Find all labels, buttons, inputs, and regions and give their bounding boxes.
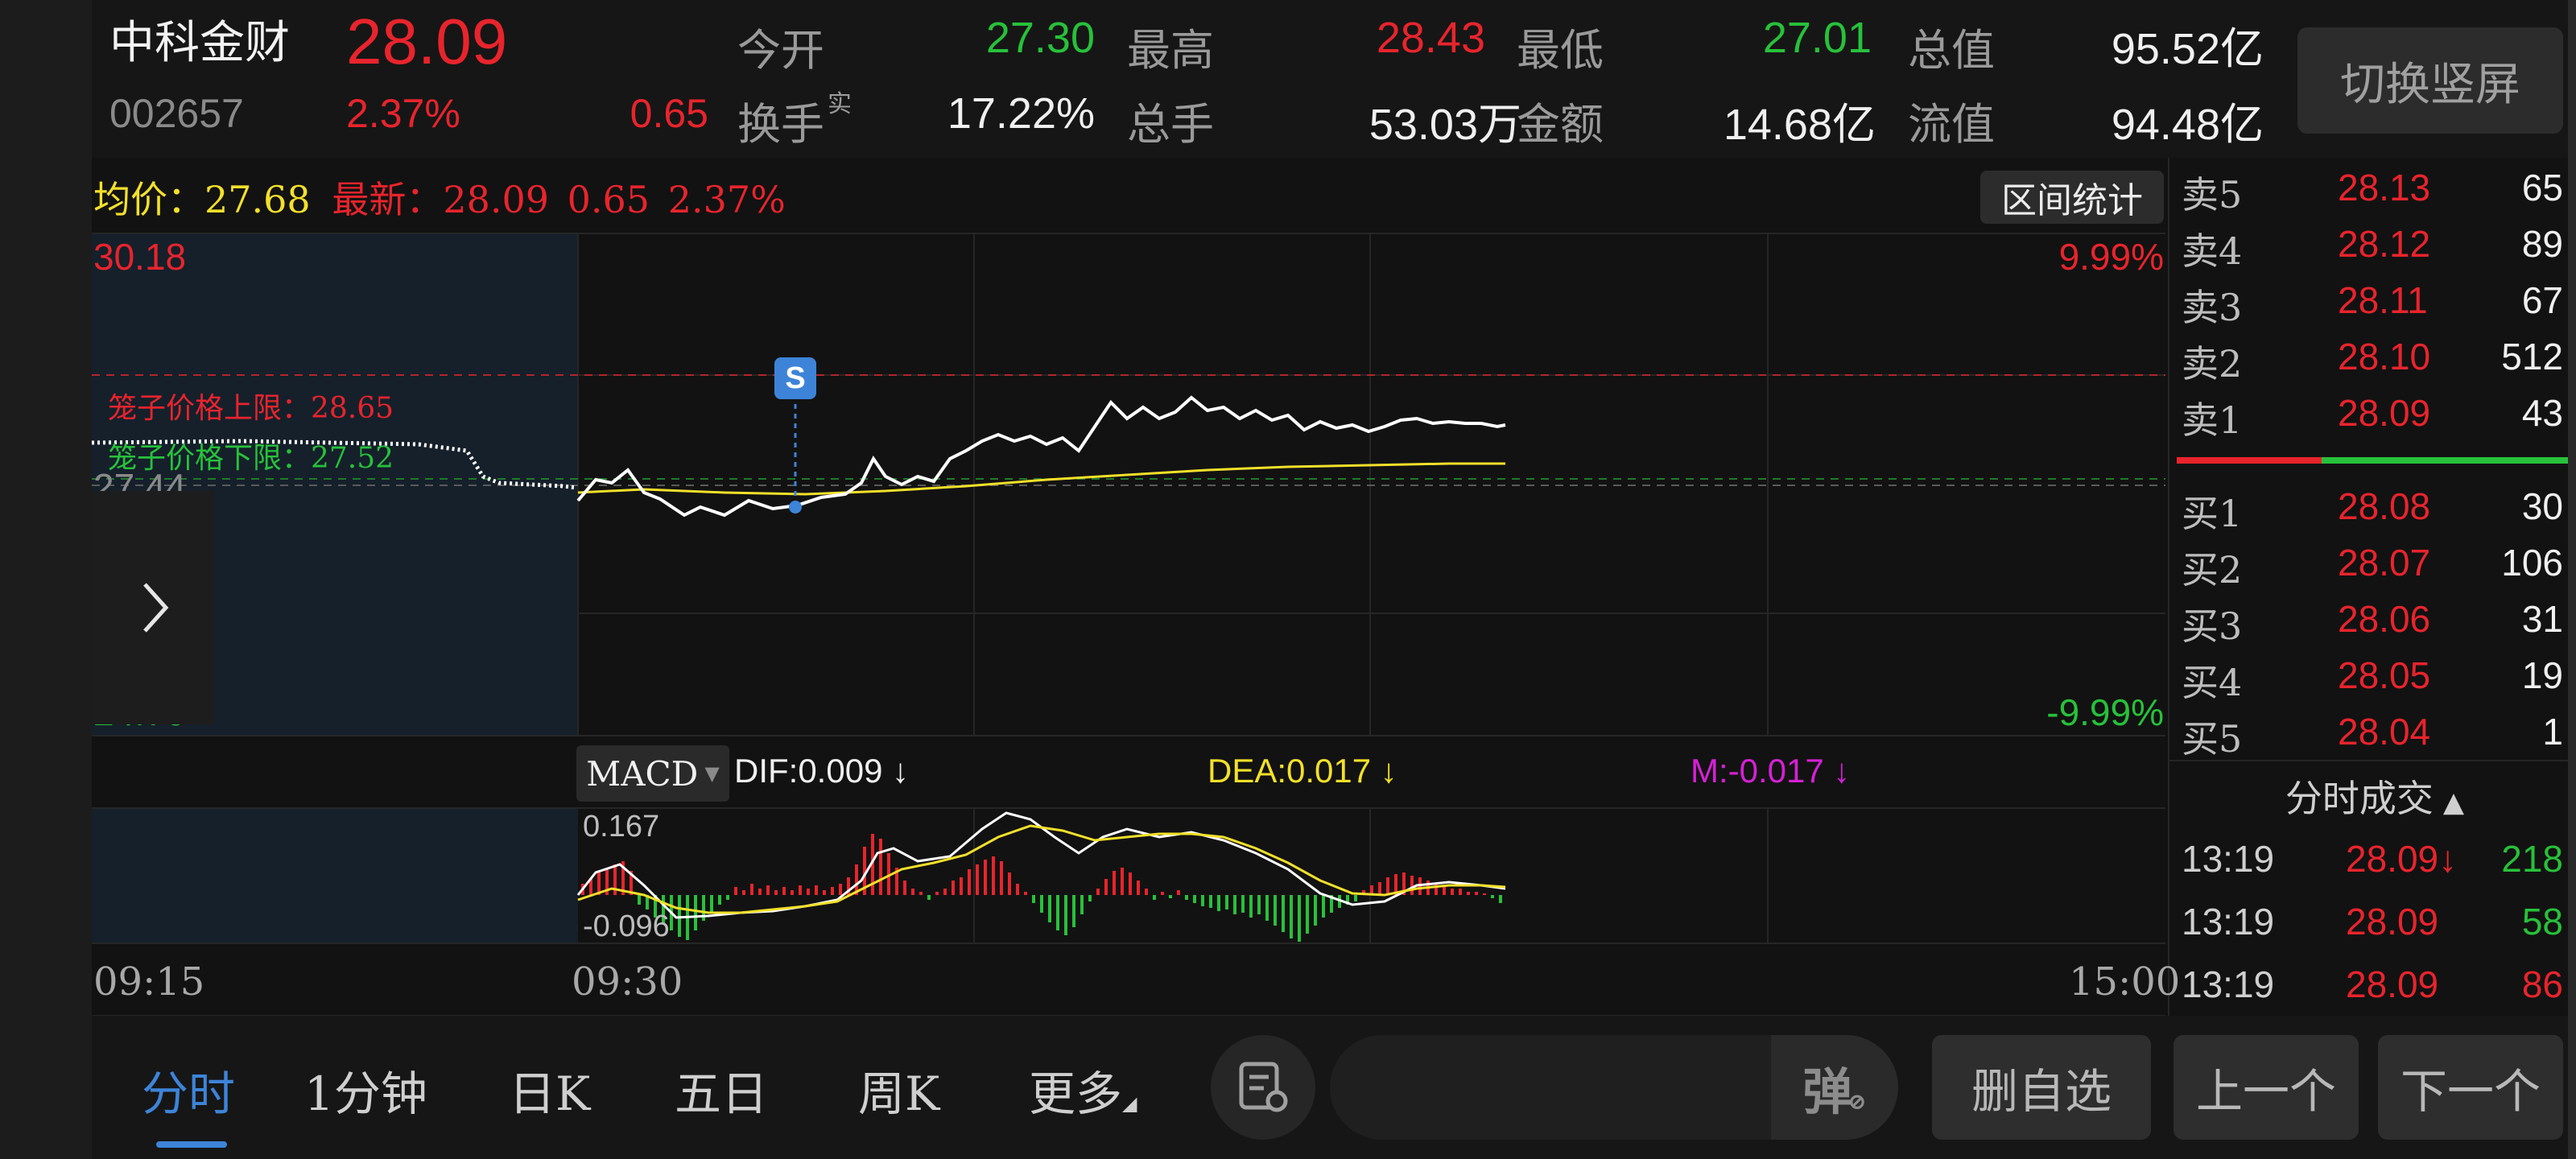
ask-row: 卖1 28.09 43 <box>2182 392 2563 442</box>
ask-row: 卖4 28.12 89 <box>2182 223 2563 273</box>
tab-weekly-k[interactable]: 周K <box>858 1056 939 1124</box>
active-tab-indicator <box>156 1141 227 1148</box>
danmu-off-icon: ⊘ <box>1847 1087 1867 1115</box>
macd-dif: DIF:0.009 ↓ <box>734 752 910 790</box>
tab-intraday[interactable]: 分时 <box>142 1056 235 1124</box>
tick-row: 13:19 28.09↓ 218 <box>2182 838 2563 880</box>
bid-row: 买2 28.07 106 <box>2182 542 2563 592</box>
bid-row: 买5 28.04 1 <box>2182 711 2563 761</box>
ask-row: 卖5 28.13 65 <box>2182 167 2563 217</box>
note-settings-icon <box>1239 1062 1288 1112</box>
notes-button[interactable] <box>1211 1035 1315 1140</box>
sell-marker-label[interactable]: S <box>774 357 816 399</box>
tick-row: 13:19 28.09 58 <box>2182 901 2563 942</box>
macd-dea: DEA:0.017 ↓ <box>1208 752 1397 790</box>
macd-axis-top: 0.167 <box>583 810 660 843</box>
pct-axis-bottom: -9.99% <box>2046 691 2164 733</box>
tab-1min[interactable]: 1分钟 <box>304 1056 427 1124</box>
bid-row: 买4 28.05 19 <box>2182 654 2563 704</box>
next-stock-button[interactable]: 下一个 <box>2378 1035 2563 1140</box>
ask-row: 卖2 28.10 512 <box>2182 336 2563 386</box>
tab-more[interactable]: 更多◢ <box>1029 1056 1137 1124</box>
x-axis-end: 15:00 <box>2069 959 2181 1004</box>
range-stats-button[interactable]: 区间统计 <box>1980 171 2164 224</box>
cage-upper-limit: 笼子价格上限：28.65 <box>108 392 394 425</box>
previous-stock-button[interactable]: 上一个 <box>2174 1035 2359 1140</box>
bid-row: 买3 28.06 31 <box>2182 598 2563 648</box>
tick-trades-toggle[interactable]: 分时成交 ▲ <box>2182 769 2568 823</box>
corner-caret-icon: ◢ <box>1122 1092 1137 1115</box>
x-axis-start: 09:15 <box>93 959 205 1004</box>
remove-watchlist-button[interactable]: 删自选 <box>1932 1035 2151 1140</box>
dropdown-caret-icon: ▼ <box>704 762 720 785</box>
tab-five-day[interactable]: 五日 <box>675 1056 768 1124</box>
caret-up-icon: ▲ <box>2442 786 2465 819</box>
macd-axis-bottom: -0.096 <box>583 909 670 943</box>
tab-daily-k[interactable]: 日K <box>509 1056 590 1124</box>
cage-lower-limit: 笼子价格下限：27.52 <box>108 442 394 475</box>
expand-panel-button[interactable] <box>92 491 214 724</box>
danmu-toggle-button[interactable]: 弹 ⊘ <box>1771 1035 1898 1140</box>
avg-price-line: 均价：27.68 最新：28.09 0.65 2.37% <box>93 178 786 221</box>
chevron-right-icon <box>143 583 169 633</box>
ask-row: 卖3 28.11 67 <box>2182 279 2563 329</box>
x-axis-open: 09:30 <box>572 959 683 1004</box>
macd-m: M:-0.017 ↓ <box>1690 752 1851 790</box>
tick-row: 13:19 28.09 86 <box>2182 963 2563 1005</box>
divider <box>2169 760 2568 761</box>
indicator-select[interactable]: MACD ▼ <box>576 745 729 802</box>
y-axis-top: 30.18 <box>93 236 187 278</box>
pct-axis-top: 9.99% <box>2058 236 2164 278</box>
bid-row: 买1 28.08 30 <box>2182 485 2563 535</box>
